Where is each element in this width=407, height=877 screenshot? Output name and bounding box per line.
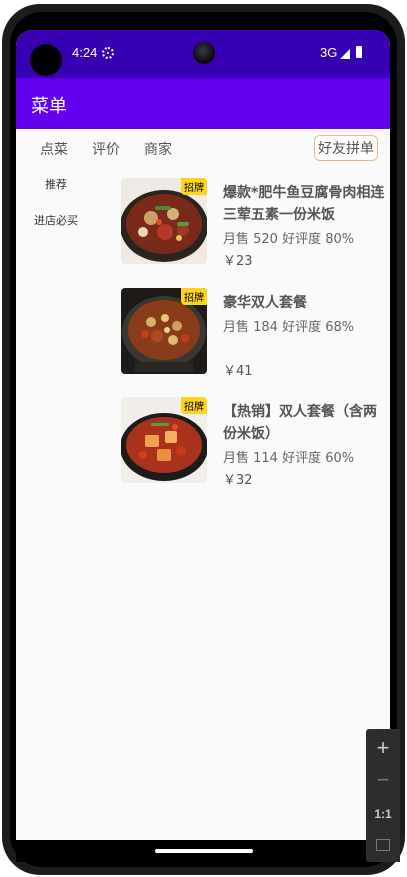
system-nav-bar (16, 840, 390, 862)
app-screen: 4:24 3G 菜单 点菜 评价 商家 好友拼单 推荐 进店必买 招牌 爆款*肥… (16, 30, 390, 860)
network-type: 3G (320, 45, 338, 60)
tab-bar: 点菜 评价 商家 好友拼单 (16, 129, 390, 169)
dish-price: ￥41 (223, 364, 253, 379)
app-bar: 菜单 (16, 78, 390, 129)
dish-image: 招牌 (121, 397, 207, 483)
status-time: 4:24 (72, 45, 98, 60)
signature-badge: 招牌 (181, 397, 207, 414)
category-must-buy[interactable]: 进店必买 (16, 212, 96, 228)
tab-reviews[interactable]: 评价 (92, 139, 120, 159)
zoom-in-button[interactable]: + (366, 733, 400, 765)
dish-image: 招牌 (121, 178, 207, 264)
list-item[interactable]: 招牌 豪华双人套餐 月售 184 好评度 68% ￥41 (121, 288, 390, 379)
tab-order[interactable]: 点菜 (40, 139, 68, 159)
signature-badge: 招牌 (181, 288, 207, 305)
gear-icon (102, 47, 114, 59)
actual-size-button[interactable]: 1:1 (366, 799, 400, 831)
dish-price: ￥23 (223, 254, 253, 269)
signature-badge: 招牌 (181, 178, 207, 195)
page-title: 菜单 (31, 96, 67, 117)
front-camera (193, 42, 215, 64)
list-item[interactable]: 招牌 【热销】双人套餐（含两份米饭） 月售 114 好评度 60% ￥32 (121, 397, 390, 488)
fit-screen-button[interactable] (366, 831, 400, 863)
battery-icon (356, 46, 362, 58)
dish-name: 豪华双人套餐 (223, 295, 307, 311)
category-recommended[interactable]: 推荐 (16, 176, 96, 192)
emulator-zoom-panel: + − 1:1 (366, 729, 400, 862)
dish-name: 【热销】双人套餐（含两份米饭） (223, 404, 377, 442)
tab-merchant[interactable]: 商家 (144, 139, 172, 159)
zoom-out-button[interactable]: − (366, 765, 400, 797)
group-order-button[interactable]: 好友拼单 (314, 135, 378, 161)
dish-image: 招牌 (121, 288, 207, 374)
dish-sales: 月售 184 好评度 68% (223, 320, 355, 335)
device: 4:24 3G 菜单 点菜 评价 商家 好友拼单 推荐 进店必买 招牌 爆款*肥… (0, 0, 407, 877)
home-gesture-handle[interactable] (155, 849, 253, 853)
dish-price: ￥32 (223, 473, 253, 488)
punch-hole-camera (30, 44, 62, 76)
status-bar: 4:24 3G (16, 30, 390, 78)
signal-icon (340, 49, 350, 59)
dish-name: 爆款*肥牛鱼豆腐骨肉相连三荤五素一份米饭 (223, 185, 385, 223)
fit-screen-icon (376, 839, 390, 851)
dish-sales: 月售 114 好评度 60% (223, 451, 355, 466)
list-item[interactable]: 招牌 爆款*肥牛鱼豆腐骨肉相连三荤五素一份米饭 月售 520 好评度 80% ￥… (121, 178, 390, 269)
dish-sales: 月售 520 好评度 80% (223, 232, 355, 247)
